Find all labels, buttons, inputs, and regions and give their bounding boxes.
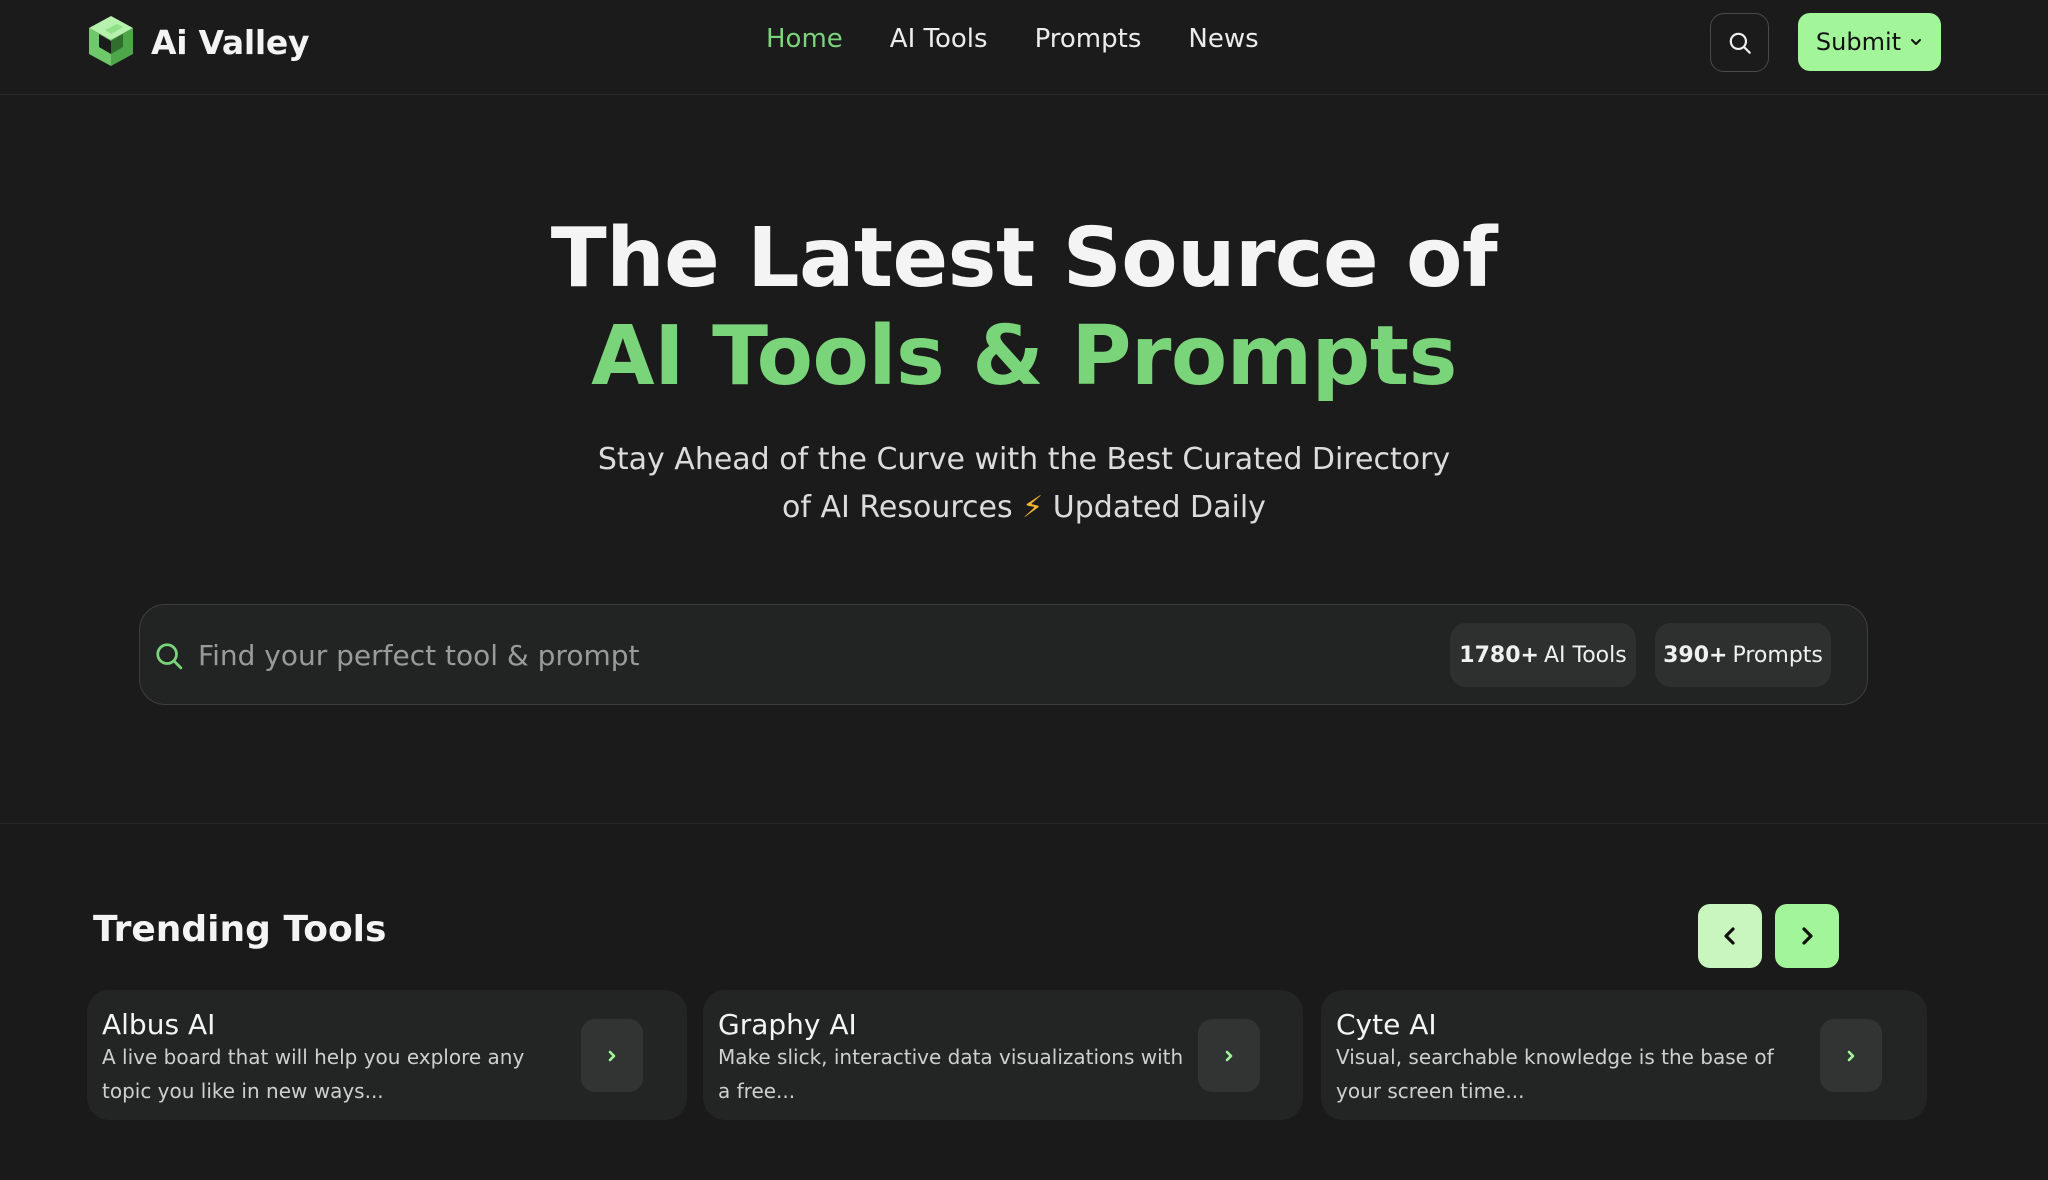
chevron-right-icon (1847, 1050, 1855, 1061)
nav-news[interactable]: News (1188, 24, 1258, 54)
submit-button[interactable]: Submit (1798, 13, 1941, 71)
tool-card[interactable]: Cyte AI Visual, searchable knowledge is … (1321, 990, 1927, 1120)
header-search-button[interactable] (1710, 13, 1769, 72)
prompts-count-label: Prompts (1732, 642, 1823, 668)
chevron-right-icon (1802, 927, 1813, 945)
main-search-bar[interactable]: 1780+ AI Tools 390+ Prompts (139, 604, 1868, 705)
search-icon (1729, 32, 1751, 54)
hero-subtitle: Stay Ahead of the Curve with the Best Cu… (597, 442, 1451, 477)
chevron-left-icon (1724, 927, 1735, 945)
top-header: Ai Valley Home AI Tools Prompts News Sub… (0, 0, 2048, 95)
hero-title: The Latest Source of (550, 211, 1498, 306)
tool-card-title: Graphy AI (718, 1008, 857, 1041)
main-nav: Home AI Tools Prompts News (766, 24, 1259, 54)
prompts-count-badge[interactable]: 390+ Prompts (1655, 623, 1831, 687)
tool-card-open-button[interactable] (1198, 1019, 1260, 1092)
tool-card-title: Cyte AI (1336, 1008, 1437, 1041)
search-input[interactable] (196, 633, 1396, 677)
search-icon (156, 643, 183, 670)
tool-card[interactable]: Graphy AI Make slick, interactive data v… (703, 990, 1303, 1120)
nav-prompts[interactable]: Prompts (1035, 24, 1142, 54)
cube-logo-icon (89, 16, 133, 66)
nav-ai-tools[interactable]: AI Tools (890, 24, 988, 54)
brand-logo[interactable]: Ai Valley (85, 14, 309, 70)
chevron-right-icon (608, 1050, 616, 1061)
nav-home[interactable]: Home (766, 24, 843, 54)
tool-card-description: A live board that will help you explore … (102, 1045, 525, 1103)
hero-subtitle-line2: of AI Resources ⚡ Updated Daily (0, 484, 2048, 532)
tool-card-open-button[interactable] (1820, 1019, 1882, 1092)
prompts-count: 390+ (1663, 642, 1728, 668)
tool-card-title: Albus AI (102, 1008, 216, 1041)
tool-card-description: Make slick, interactive data visualizati… (718, 1045, 1184, 1103)
hero-title-highlight: AI Tools & Prompts (591, 309, 1457, 404)
brand-name: Ai Valley (151, 22, 310, 62)
tool-card[interactable]: Albus AI A live board that will help you… (87, 990, 687, 1120)
carousel-prev-button[interactable] (1698, 904, 1762, 968)
trending-title: Trending Tools (93, 909, 387, 950)
ai-tools-count-label: AI Tools (1543, 642, 1627, 668)
submit-label: Submit (1815, 28, 1902, 56)
chevron-right-icon (1225, 1050, 1233, 1061)
tool-card-description: Visual, searchable knowledge is the base… (1336, 1045, 1774, 1103)
hero-subtitle-text: of AI Resources (782, 490, 1013, 525)
chevron-down-icon (1911, 39, 1922, 45)
carousel-next-button[interactable] (1775, 904, 1839, 968)
ai-tools-count-badge[interactable]: 1780+ AI Tools (1450, 623, 1636, 687)
ai-tools-count: 1780+ (1459, 642, 1539, 668)
lightning-icon: ⚡ (1022, 490, 1044, 525)
hero-subtitle-updated: Updated Daily (1052, 490, 1266, 525)
tool-card-open-button[interactable] (581, 1019, 643, 1092)
